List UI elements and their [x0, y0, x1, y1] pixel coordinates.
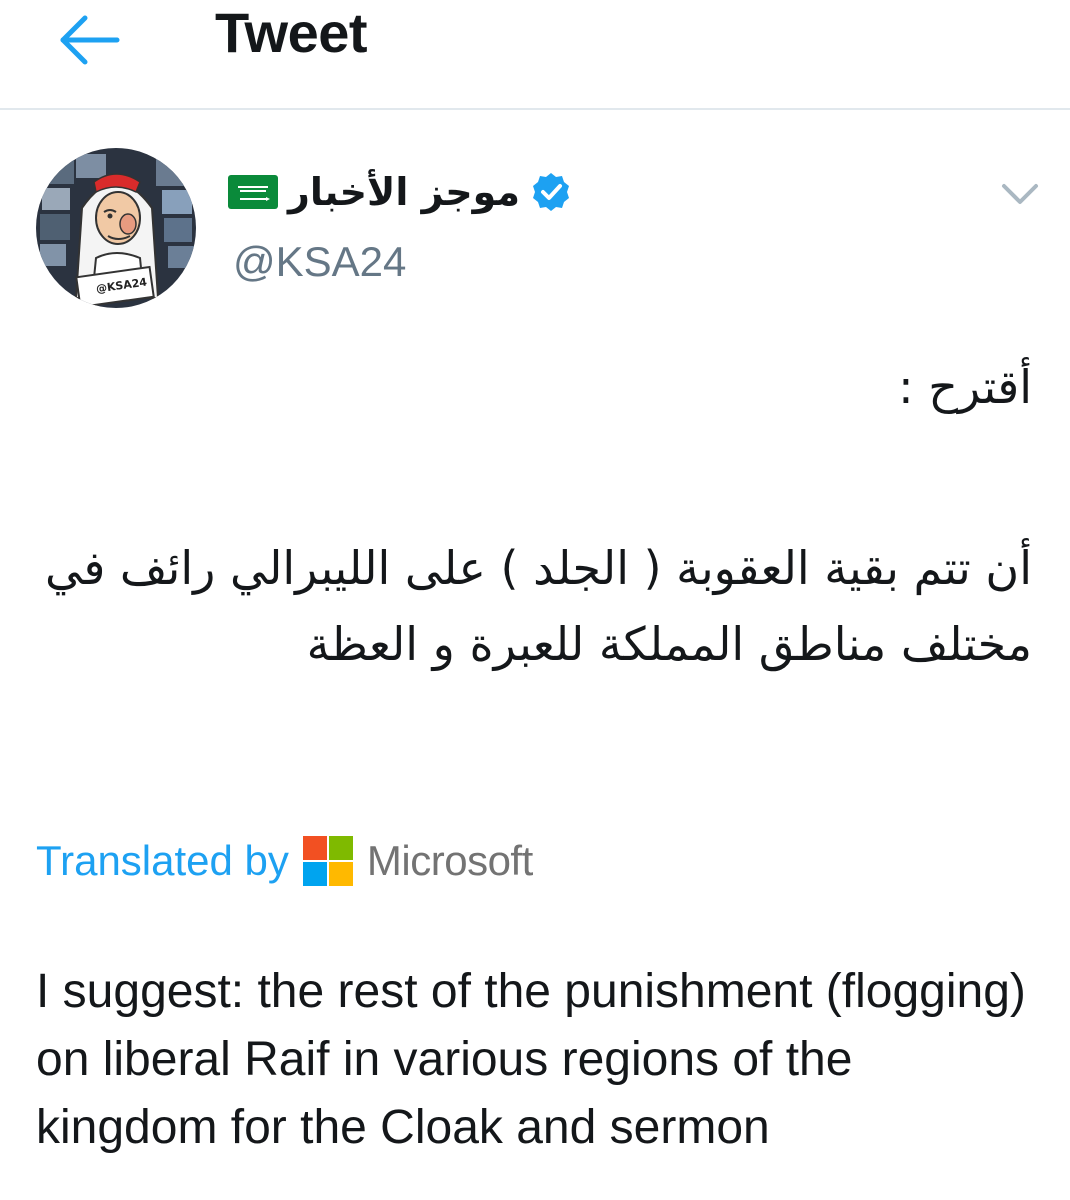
verified-badge-icon — [532, 173, 569, 211]
translated-text: I suggest: the rest of the punishment (f… — [36, 965, 1026, 1154]
page-title: Tweet — [215, 1, 368, 64]
author-name-block[interactable]: موجز الأخبار — [228, 170, 572, 230]
display-name: موجز الأخبار — [288, 170, 520, 214]
back-button[interactable] — [55, 8, 125, 70]
more-options-button[interactable] — [998, 176, 1042, 210]
tweet-text-line1: أقترح : — [898, 360, 1032, 414]
top-bar: Tweet — [0, 0, 1070, 110]
translation-attribution: Translated by Microsoft — [36, 836, 533, 886]
translated-by-link[interactable]: Translated by — [36, 837, 289, 885]
saudi-flag-icon — [228, 175, 278, 209]
avatar[interactable]: @KSA24 — [36, 148, 196, 308]
microsoft-logo-icon — [302, 836, 353, 886]
avatar-image: @KSA24 — [36, 148, 196, 308]
tweet-text-body: أن تتم بقية العقوبة ( الجلد ) على الليبر… — [44, 541, 1032, 671]
chevron-down-icon — [1002, 184, 1038, 204]
arrow-left-icon — [60, 15, 120, 65]
user-handle[interactable]: @KSA24 — [233, 238, 406, 286]
translation-provider: Microsoft — [366, 837, 533, 884]
